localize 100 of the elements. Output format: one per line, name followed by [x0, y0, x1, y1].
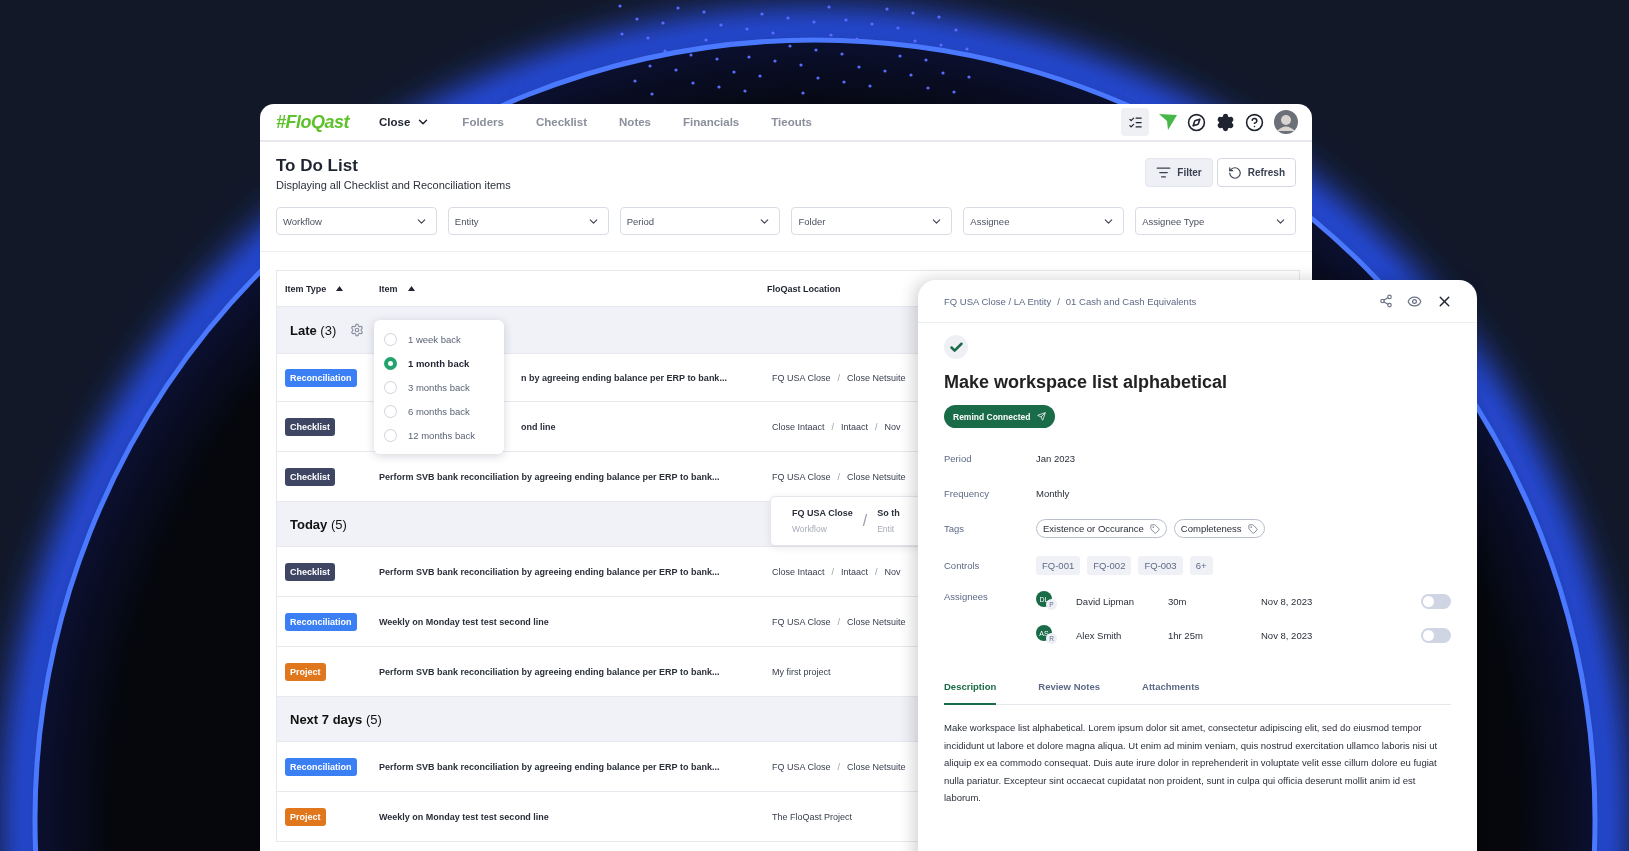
- item-title[interactable]: Perform SVB bank reconciliation by agreeing ending balance per ERP to bank...: [379, 666, 772, 677]
- refresh-icon: [1227, 165, 1242, 180]
- item-title[interactable]: Weekly on Monday test test second line: [379, 811, 772, 822]
- filter-icon: [1156, 165, 1172, 180]
- filter-dropdown[interactable]: Folder: [791, 207, 953, 235]
- filter-dropdown[interactable]: Workflow: [276, 207, 437, 235]
- period-option[interactable]: 3 months back: [384, 376, 494, 398]
- radio-button[interactable]: [384, 428, 397, 442]
- status-check[interactable]: [944, 335, 968, 359]
- description-text: Make workspace list alphabetical. Lorem ipsum dolor sit amet, consectetur adipiscing elit, sed do eiusmod tempor incididunt ut labore et dolore magna aliqua. Ut enim ad minim veniam, quis nostrud exercitation ullamco laboris nisi ut aliquip ex ea commodo consequat. Duis aute irure dolor in reprehenderit in voluptate velit esse cillum dolore eu fugiat nulla pariatur. Excepteur sint occaecat cupidatat non proident, sunt in culpa qui officia deserunt mollit anim id est laborum.: [944, 721, 1439, 805]
- tab[interactable]: Review Notes: [1038, 681, 1101, 705]
- item-type-tag: Project: [285, 662, 326, 681]
- radio-button[interactable]: [384, 332, 397, 346]
- item-title[interactable]: Perform SVB bank reconciliation by agreeing ending balance per ERP to bank...: [379, 471, 772, 482]
- time-spent: 1hr 25m: [1168, 629, 1204, 641]
- tag-icon: [1247, 523, 1258, 534]
- item-type-tag: Reconciliation: [285, 757, 357, 776]
- item-type-tag: Project: [285, 807, 326, 826]
- item-title[interactable]: Weekly on Monday test test second line: [379, 616, 772, 627]
- task-list-button[interactable]: [1121, 108, 1149, 136]
- breadcrumb-link[interactable]: 01 Cash and Cash Equivalents: [1065, 295, 1197, 307]
- toggle-switch[interactable]: [1421, 593, 1451, 609]
- page-title: To Do List: [276, 156, 359, 176]
- path-separator: /: [837, 471, 841, 482]
- item-type-tag: Reconciliation: [285, 612, 357, 631]
- filter-dropdown[interactable]: Assignee Type: [1135, 207, 1296, 235]
- share-icon[interactable]: [1379, 294, 1393, 308]
- sort-up-icon[interactable]: [407, 286, 415, 291]
- location-text: Nov: [884, 421, 901, 432]
- toggle-switch[interactable]: [1421, 627, 1451, 643]
- field-label: Tags: [944, 523, 966, 534]
- group-title[interactable]: Late (3): [290, 322, 337, 338]
- location-text: Close Netsuite: [847, 372, 906, 383]
- field-label: Period: [944, 453, 973, 464]
- path-separator: /: [837, 616, 841, 627]
- path-separator: /: [837, 372, 841, 383]
- control-chip[interactable]: FQ-003: [1138, 556, 1183, 575]
- path-separator: /: [875, 421, 878, 432]
- nav-link[interactable]: Close: [379, 115, 431, 129]
- item-type-tag: Checklist: [285, 562, 336, 581]
- period-option[interactable]: 6 months back: [384, 400, 494, 422]
- column-header[interactable]: Item: [379, 283, 398, 294]
- field-value: Jan 2023: [1036, 453, 1077, 464]
- group-title[interactable]: Today (5): [290, 516, 347, 532]
- remind-button[interactable]: Remind Connected: [944, 405, 1056, 428]
- group-title[interactable]: Next 7 days (5): [290, 711, 382, 727]
- location-text: Intaact: [841, 421, 869, 432]
- item-type-tag: Checklist: [285, 467, 336, 486]
- item-title[interactable]: Perform SVB bank reconciliation by agreeing ending balance per ERP to bank...: [379, 566, 772, 577]
- path-separator: /: [831, 421, 835, 432]
- item-title[interactable]: Perform SVB bank reconciliation by agreeing ending balance per ERP to bank...: [379, 761, 772, 772]
- eye-icon[interactable]: [1407, 293, 1422, 309]
- filter-button[interactable]: Filter: [1145, 158, 1213, 187]
- page-subtitle: Displaying all Checklist and Reconciliation items: [276, 179, 511, 191]
- refresh-button[interactable]: Refresh: [1216, 158, 1296, 187]
- list-check-icon: [1127, 114, 1143, 130]
- send-icon: [1037, 412, 1047, 421]
- location-text: FQ USA Close: [772, 616, 831, 627]
- help-icon[interactable]: [1245, 112, 1264, 132]
- path-separator: /: [831, 566, 835, 577]
- location-text: FQ USA Close: [772, 761, 831, 772]
- sort-up-icon[interactable]: [336, 286, 344, 291]
- tab[interactable]: Description: [944, 681, 997, 705]
- period-option[interactable]: 12 months back: [384, 424, 494, 446]
- filter-dropdown[interactable]: Entity: [447, 207, 609, 235]
- control-chip[interactable]: FQ-002: [1087, 556, 1132, 575]
- location-text: Close Netsuite: [847, 471, 906, 482]
- radio-button[interactable]: [384, 404, 397, 418]
- control-chip[interactable]: FQ-001: [1036, 556, 1081, 575]
- location-text: Intaact: [841, 566, 869, 577]
- field-label: Assignees: [944, 591, 989, 602]
- check-icon: [948, 339, 964, 355]
- location-text: Close Netsuite: [847, 761, 906, 772]
- triangle-logo-icon[interactable]: [1159, 114, 1177, 130]
- filter-dropdown[interactable]: Assignee: [963, 207, 1125, 235]
- tab[interactable]: Attachments: [1142, 681, 1200, 705]
- breadcrumb-link[interactable]: FQ USA Close / LA Entity: [944, 295, 1052, 307]
- location-text: FQ USA Close: [772, 372, 831, 383]
- field-value: Monthly: [1036, 488, 1071, 499]
- path-separator: /: [837, 761, 841, 772]
- due-date: Nov 8, 2023: [1261, 595, 1314, 607]
- due-date: Nov 8, 2023: [1261, 629, 1314, 641]
- period-option[interactable]: 1 month back: [384, 352, 494, 374]
- filter-dropdown[interactable]: Period: [619, 207, 781, 235]
- column-header[interactable]: FloQast Location: [767, 283, 841, 294]
- compass-icon[interactable]: [1187, 112, 1206, 132]
- settings-icon[interactable]: [1216, 112, 1235, 132]
- period-option[interactable]: 1 week back: [384, 328, 494, 350]
- column-header[interactable]: Item Type: [285, 283, 327, 294]
- tooltip-value: So th: [877, 508, 900, 518]
- path-separator: /: [862, 512, 868, 530]
- location-text: Nov: [884, 566, 901, 577]
- field-label: Frequency: [944, 488, 990, 499]
- radio-button[interactable]: [384, 356, 397, 370]
- tooltip-value: FQ USA Close: [792, 508, 853, 518]
- location-text: Close Intaact: [772, 421, 825, 432]
- location-text: The FloQast Project: [772, 811, 853, 822]
- control-chip[interactable]: 6+: [1189, 556, 1213, 575]
- avatar-icon[interactable]: [1274, 110, 1298, 134]
- radio-button[interactable]: [384, 380, 397, 394]
